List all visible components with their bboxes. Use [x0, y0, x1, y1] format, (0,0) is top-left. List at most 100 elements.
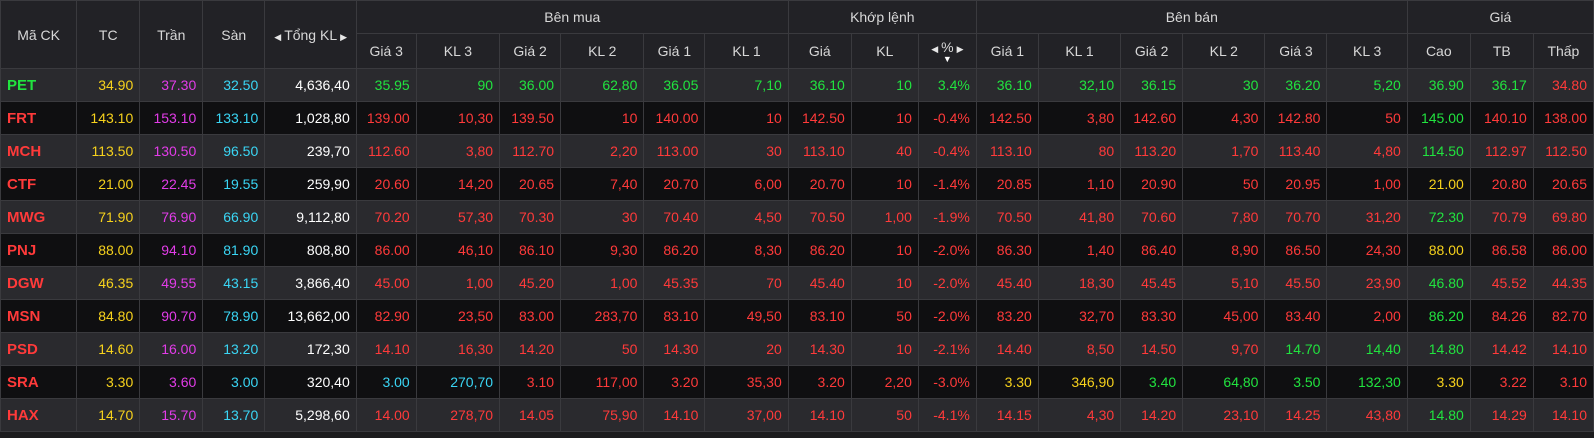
table-cell: 113.40 — [1264, 134, 1328, 168]
stock-symbol[interactable]: PET — [0, 68, 78, 102]
col-header-tong-kl[interactable]: ◀ Tổng KL ▶ — [264, 0, 357, 69]
table-cell: 70.70 — [1264, 200, 1328, 234]
table-cell: -3.0% — [917, 365, 977, 399]
table-cell: 88.00 — [76, 233, 141, 267]
caret-left-icon[interactable]: ◀ — [928, 44, 941, 54]
table-cell: 283,70 — [560, 299, 645, 333]
table-cell: 88.00 — [1406, 233, 1471, 267]
table-cell: 36.10 — [975, 68, 1039, 102]
table-cell: 14.30 — [643, 332, 706, 366]
col-header-pct[interactable]: ◀% ▶ ▼ — [917, 33, 977, 69]
col-header-ban-kl2[interactable]: KL 2 — [1182, 33, 1266, 69]
table-cell: 45.45 — [1120, 266, 1184, 300]
table-cell: 20 — [704, 332, 789, 366]
col-header-ban-kl3[interactable]: KL 3 — [1326, 33, 1408, 69]
table-cell: 139.50 — [499, 101, 562, 135]
table-row[interactable]: FRT 143.10 153.10 133.10 1,028,80 139.00 10,30… — [0, 101, 1594, 135]
table-row[interactable]: MWG 71.90 76.90 66.90 9,112,80 70.20 57,30 70.3… — [0, 200, 1594, 234]
table-cell: 3.30 — [975, 365, 1039, 399]
table-cell: 20.70 — [787, 167, 852, 201]
table-cell: 14.20 — [499, 332, 562, 366]
table-cell: 1,00 — [560, 266, 645, 300]
col-header-tran[interactable]: Trần — [139, 0, 204, 69]
table-cell: 86.58 — [1469, 233, 1534, 267]
col-header-mua-gia3[interactable]: Giá 3 — [355, 33, 417, 69]
table-cell: 3.40 — [1120, 365, 1184, 399]
stock-symbol[interactable]: PNJ — [0, 233, 78, 267]
stock-symbol[interactable]: HAX — [0, 398, 78, 432]
table-cell: 1,10 — [1037, 167, 1122, 201]
table-row[interactable]: PNJ 88.00 94.10 81.90 808,80 86.00 46,10 86.10 9… — [0, 233, 1594, 267]
table-cell: 113.10 — [975, 134, 1039, 168]
table-cell: 1,028,80 — [264, 101, 357, 135]
stock-symbol[interactable]: SRA — [0, 365, 78, 399]
stock-symbol[interactable]: MCH — [0, 134, 78, 168]
col-header-mua-kl3[interactable]: KL 3 — [415, 33, 501, 69]
table-cell: 35.95 — [355, 68, 417, 102]
col-header-mua-kl2[interactable]: KL 2 — [560, 33, 645, 69]
table-cell: 90 — [415, 68, 501, 102]
col-header-khop-kl[interactable]: KL — [850, 33, 919, 69]
col-header-tb[interactable]: TB — [1469, 33, 1534, 69]
caret-right-icon[interactable]: ▶ — [337, 32, 350, 42]
table-cell: 20.80 — [1469, 167, 1534, 201]
table-cell: 142.80 — [1264, 101, 1328, 135]
col-header-ban-gia1[interactable]: Giá 1 — [975, 33, 1039, 69]
col-header-ban-gia2[interactable]: Giá 2 — [1120, 33, 1184, 69]
table-cell: 9,112,80 — [264, 200, 357, 234]
table-cell: 9,70 — [1182, 332, 1266, 366]
col-header-ma-ck[interactable]: Mã CK — [0, 0, 78, 69]
table-cell: 5,10 — [1182, 266, 1266, 300]
col-header-thap[interactable]: Thấp — [1532, 33, 1594, 69]
table-cell: 46,10 — [415, 233, 501, 267]
table-row[interactable]: PET 34.90 37.30 32.50 4,636,40 35.95 90 36.00 62… — [0, 68, 1594, 102]
table-row[interactable]: MSN 84.80 90.70 78.90 13,662,00 82.90 23,50 83.… — [0, 299, 1594, 333]
table-row[interactable]: SRA 3.30 3.60 3.00 320,40 3.00 270,70 3.10 117,0… — [0, 365, 1594, 399]
col-header-ban-gia3[interactable]: Giá 3 — [1264, 33, 1328, 69]
col-header-mua-kl1[interactable]: KL 1 — [704, 33, 789, 69]
sort-desc-icon[interactable]: ▼ — [925, 55, 970, 64]
tong-kl-label: Tổng KL — [284, 26, 338, 43]
price-board-table: Mã CK TC Trần Sàn ◀ Tổng KL ▶ Bên mua Khớp… — [0, 0, 1594, 432]
table-cell: 14.10 — [355, 332, 417, 366]
stock-symbol[interactable]: FRT — [0, 101, 78, 135]
table-cell: 86.20 — [643, 233, 706, 267]
table-cell: 808,80 — [264, 233, 357, 267]
col-header-mua-gia2[interactable]: Giá 2 — [499, 33, 562, 69]
stock-symbol[interactable]: MWG — [0, 200, 78, 234]
table-row[interactable]: CTF 21.00 22.45 19.55 259,90 20.60 14,20 20.65 7… — [0, 167, 1594, 201]
table-cell: 3,80 — [1037, 101, 1122, 135]
group-header-khop-lenh: Khớp lệnh — [787, 0, 977, 34]
caret-right-icon[interactable]: ▶ — [954, 44, 967, 54]
table-cell: 14.70 — [76, 398, 141, 432]
col-header-khop-gia[interactable]: Giá — [787, 33, 852, 69]
table-row[interactable]: HAX 14.70 15.70 13.70 5,298,60 14.00 278,70 14.… — [0, 398, 1594, 432]
stock-symbol[interactable]: PSD — [0, 332, 78, 366]
stock-symbol[interactable]: MSN — [0, 299, 78, 333]
table-cell: 14.20 — [1120, 398, 1184, 432]
table-cell: 30 — [560, 200, 645, 234]
table-cell: 36.00 — [499, 68, 562, 102]
caret-left-icon[interactable]: ◀ — [271, 32, 284, 42]
table-cell: 130.50 — [139, 134, 204, 168]
table-cell: 3.00 — [202, 365, 266, 399]
table-cell: 49,50 — [704, 299, 789, 333]
table-cell: 64,80 — [1182, 365, 1266, 399]
table-cell: 32.50 — [202, 68, 266, 102]
table-row[interactable]: PSD 14.60 16.00 13.20 172,30 14.10 16,30 14.20 5… — [0, 332, 1594, 366]
col-header-cao[interactable]: Cao — [1406, 33, 1471, 69]
group-header-ben-mua: Bên mua — [355, 0, 789, 34]
col-header-mua-gia1[interactable]: Giá 1 — [643, 33, 706, 69]
col-header-tc[interactable]: TC — [76, 0, 141, 69]
col-header-san[interactable]: Sàn — [202, 0, 266, 69]
stock-symbol[interactable]: DGW — [0, 266, 78, 300]
table-cell: 14.30 — [787, 332, 852, 366]
stock-symbol[interactable]: CTF — [0, 167, 78, 201]
table-cell: 7,10 — [704, 68, 789, 102]
table-row[interactable]: MCH 113.50 130.50 96.50 239,70 112.60 3,80 112.… — [0, 134, 1594, 168]
col-header-ban-kl1[interactable]: KL 1 — [1037, 33, 1122, 69]
table-cell: 16,30 — [415, 332, 501, 366]
table-cell: 3,80 — [415, 134, 501, 168]
table-row[interactable]: DGW 46.35 49.55 43.15 3,866,40 45.00 1,00 45.20… — [0, 266, 1594, 300]
table-cell: 23,10 — [1182, 398, 1266, 432]
